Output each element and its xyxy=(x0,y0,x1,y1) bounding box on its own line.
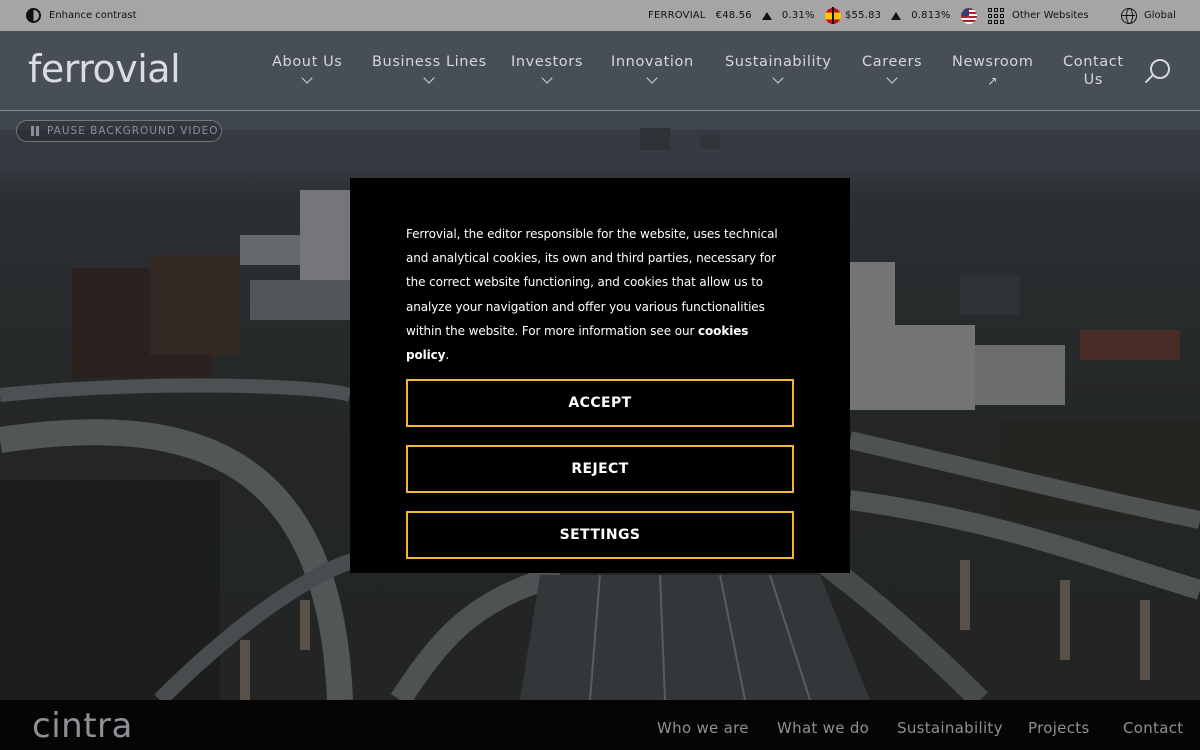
ticker-divider xyxy=(832,7,834,24)
arrow-up-icon xyxy=(761,11,772,20)
ticker-change-es: 0.31% xyxy=(781,10,815,21)
arrow-up-icon xyxy=(891,11,902,20)
chevron-down-icon xyxy=(423,72,436,84)
pause-icon xyxy=(31,126,39,136)
pause-video-button[interactable]: PAUSE BACKGROUND VIDEO xyxy=(16,120,222,142)
chevron-down-icon xyxy=(646,72,659,84)
nav-item-contact-us[interactable]: Contact Us xyxy=(1063,53,1124,89)
grid-icon xyxy=(988,7,1004,24)
cintra-nav-sustainability[interactable]: Sustainability xyxy=(897,719,1003,737)
nav-item-label: About Us xyxy=(272,54,343,70)
chevron-down-icon xyxy=(541,72,553,84)
settings-button[interactable]: SETTINGS xyxy=(406,511,794,560)
search-icon[interactable] xyxy=(1150,59,1170,79)
enhance-contrast-toggle[interactable]: Enhance contrast xyxy=(26,8,137,23)
main-nav: About Us Business Lines Investors Innova… xyxy=(0,53,1200,103)
nav-item-label: Business Lines xyxy=(372,54,487,70)
chevron-down-icon xyxy=(772,72,784,84)
nav-item-label: Contact xyxy=(1063,54,1124,70)
cookie-consent-text: Ferrovial, the editor responsible for th… xyxy=(406,222,794,367)
cookie-text-end: . xyxy=(445,348,450,363)
nav-item-newsroom[interactable]: Newsroom ↗ xyxy=(952,53,1034,87)
nav-item-label: Investors xyxy=(511,54,583,70)
global-label: Global xyxy=(1144,10,1176,21)
nav-item-sustainability[interactable]: Sustainability xyxy=(725,53,832,84)
cookie-consent-modal: Ferrovial, the editor responsible for th… xyxy=(350,178,850,573)
nav-item-label: Innovation xyxy=(611,54,694,70)
chevron-down-icon xyxy=(301,72,313,84)
cintra-nav-who-we-are[interactable]: Who we are xyxy=(657,719,749,737)
nav-item-label: Us xyxy=(1083,72,1103,88)
nav-item-investors[interactable]: Investors xyxy=(511,53,583,84)
cookie-text-body: Ferrovial, the editor responsible for th… xyxy=(406,227,778,338)
enhance-contrast-label: Enhance contrast xyxy=(49,10,137,21)
other-websites-label: Other Websites xyxy=(1012,10,1089,21)
cintra-nav-what-we-do[interactable]: What we do xyxy=(777,719,869,737)
pause-video-label: PAUSE BACKGROUND VIDEO xyxy=(47,125,219,137)
contrast-icon xyxy=(26,8,41,23)
reject-button[interactable]: REJECT xyxy=(406,445,794,494)
global-language-button[interactable]: Global xyxy=(1121,0,1176,31)
utility-bar: Enhance contrast FERROVIAL €48.56 0.31% … xyxy=(0,0,1200,31)
nav-item-label: Sustainability xyxy=(725,54,832,70)
external-link-icon: ↗ xyxy=(987,74,999,88)
other-websites-button[interactable]: Other Websites xyxy=(988,0,1089,31)
cintra-bar: cintra Who we are What we do Sustainabil… xyxy=(0,700,1200,750)
stock-ticker-es: FERROVIAL €48.56 0.31% xyxy=(648,0,841,31)
stock-ticker-us: $55.83 0.813% xyxy=(845,0,977,31)
nav-item-label: Careers xyxy=(862,54,923,70)
ticker-price-es: €48.56 xyxy=(715,10,752,21)
nav-item-careers[interactable]: Careers xyxy=(862,53,923,84)
chevron-down-icon xyxy=(886,72,898,84)
ticker-name: FERROVIAL xyxy=(648,10,706,21)
usa-flag-icon xyxy=(960,7,977,24)
ticker-change-us: 0.813% xyxy=(911,10,951,21)
cintra-nav-projects[interactable]: Projects xyxy=(1028,719,1090,737)
accept-button[interactable]: ACCEPT xyxy=(406,379,794,428)
main-header: ferrovial About Us Business Lines Invest… xyxy=(0,31,1200,111)
nav-item-about-us[interactable]: About Us xyxy=(272,53,343,84)
globe-icon xyxy=(1121,7,1137,24)
nav-item-business-lines[interactable]: Business Lines xyxy=(372,53,487,84)
nav-item-innovation[interactable]: Innovation xyxy=(611,53,694,84)
nav-item-label: Newsroom xyxy=(952,54,1034,70)
cintra-nav-contact[interactable]: Contact xyxy=(1123,719,1183,737)
cintra-logo[interactable]: cintra xyxy=(32,706,133,746)
ticker-price-us: $55.83 xyxy=(845,10,882,21)
